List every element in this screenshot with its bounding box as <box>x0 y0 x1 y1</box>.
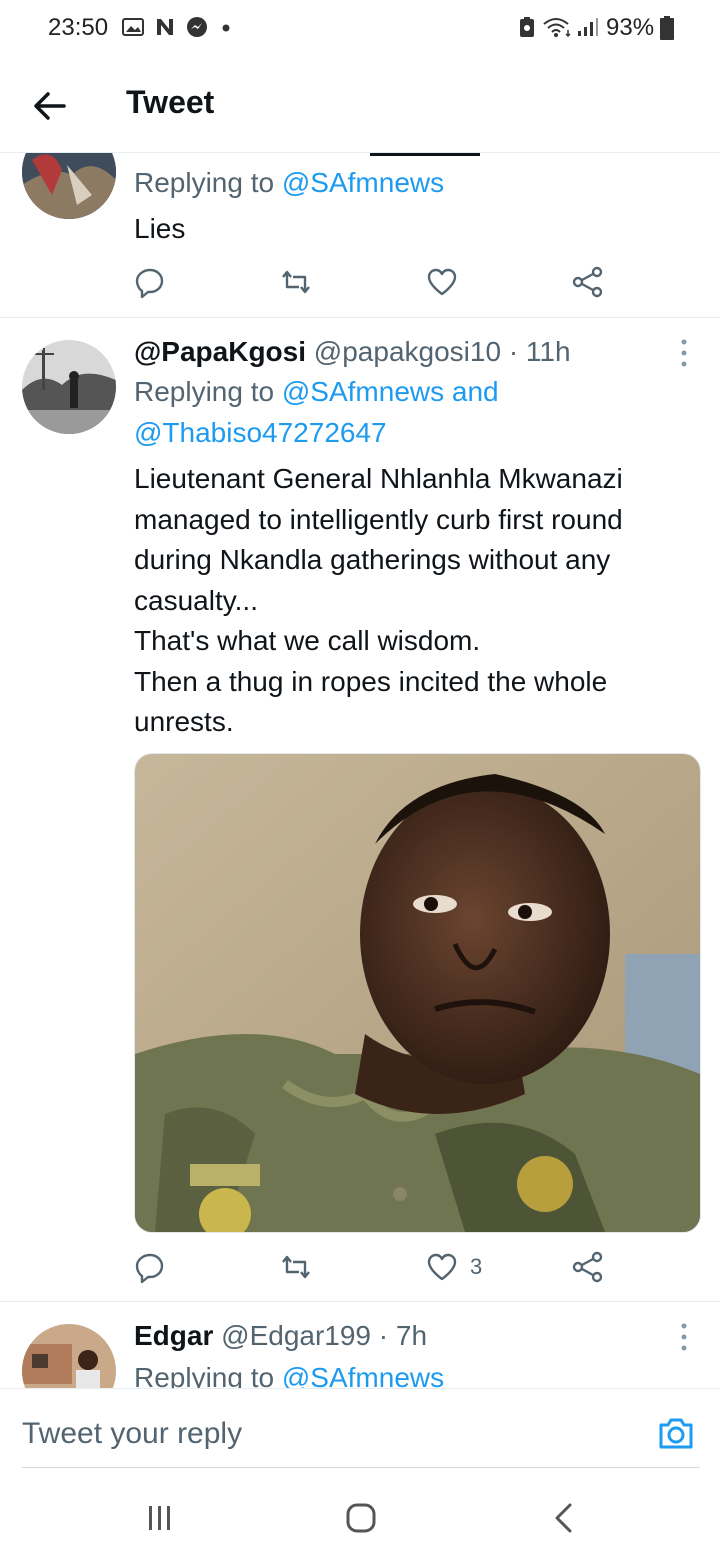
reply-input-underline <box>22 1467 700 1468</box>
tweet-time: 11h <box>525 336 571 367</box>
handle[interactable]: @Edgar199 <box>221 1320 371 1351</box>
replying-to-prefix: Replying to <box>134 1362 282 1388</box>
tweet-item[interactable]: Replying to @SAfmnews Lies <box>0 153 720 317</box>
camera-icon[interactable] <box>656 1413 696 1453</box>
system-navigation-bar <box>0 1478 720 1560</box>
more-vertical-icon[interactable] <box>679 338 689 368</box>
battery-icon <box>660 16 674 40</box>
tweet-text: Lieutenant General Nhlanhla Mkwanazi man… <box>134 459 704 743</box>
retweet-icon[interactable] <box>279 265 313 299</box>
wifi-icon <box>543 18 571 38</box>
tweet-photo[interactable] <box>134 753 701 1233</box>
status-time: 23:50 <box>48 14 109 41</box>
replying-to-prefix: Replying to <box>134 167 282 198</box>
separator-dot: · <box>378 1320 389 1351</box>
arrow-left-icon[interactable] <box>30 86 70 126</box>
heart-icon[interactable] <box>425 265 459 299</box>
replying-to-link[interactable]: @SAfmnews <box>282 167 444 198</box>
page-title: Tweet <box>126 84 215 120</box>
tweet-item[interactable]: Edgar @Edgar199 · 7h Replying to @SAfmne… <box>0 1302 720 1388</box>
battery-percentage: 93% <box>606 14 655 41</box>
avatar[interactable] <box>22 340 116 434</box>
reply-icon[interactable] <box>133 265 167 299</box>
separator-dot: · <box>508 336 519 367</box>
avatar-image <box>22 1324 116 1388</box>
share-icon[interactable] <box>571 265 605 299</box>
clipped-name-fragment <box>370 153 480 156</box>
display-name[interactable]: @PapaKgosi <box>134 336 306 367</box>
replying-to: Replying to @SAfmnews and <box>134 376 499 408</box>
share-icon[interactable] <box>571 1250 605 1284</box>
system-back-icon[interactable] <box>550 1502 578 1534</box>
notification-dot-icon <box>222 24 230 32</box>
replying-to: Replying to @SAfmnews <box>134 167 444 199</box>
heart-icon[interactable] <box>425 1250 459 1284</box>
battery-saver-icon <box>520 17 534 37</box>
tweet-text-line: casualty... <box>134 584 258 616</box>
gallery-icon <box>122 18 144 36</box>
reply-input[interactable]: Tweet your reply <box>22 1417 242 1451</box>
tweet-text: Lies <box>134 213 186 244</box>
avatar[interactable] <box>22 1324 116 1388</box>
n-app-icon <box>157 19 173 35</box>
home-icon[interactable] <box>345 1502 377 1534</box>
tweet-author-line: Edgar @Edgar199 · 7h <box>134 1320 427 1352</box>
replying-to-prefix: Replying to <box>134 376 282 407</box>
avatar-image <box>22 153 116 219</box>
status-bar: 23:50 93% <box>0 0 720 58</box>
retweet-icon[interactable] <box>279 1250 313 1284</box>
avatar[interactable] <box>22 153 116 219</box>
tweet-text-line: unrests. <box>134 706 234 737</box>
handle[interactable]: @papakgosi10 <box>314 336 501 367</box>
reply-icon[interactable] <box>133 1250 167 1284</box>
tweet-text-line: during Nkandla gatherings without any <box>134 544 611 575</box>
signal-icon <box>578 18 598 36</box>
messenger-icon <box>187 17 207 37</box>
tweet-text-line: managed to intelligently curb first roun… <box>134 503 623 535</box>
tweet-text-line: Lieutenant General Nhlanhla Mkwanazi <box>134 463 623 494</box>
replying-to-link-2[interactable]: @Thabiso47272647 <box>134 417 387 449</box>
tweet-author-line: @PapaKgosi @papakgosi10 · 11h <box>134 336 571 368</box>
display-name[interactable]: Edgar <box>134 1320 213 1351</box>
top-app-bar: Tweet <box>0 58 720 153</box>
replying-to-link[interactable]: @SAfmnews <box>282 1362 444 1388</box>
recent-apps-icon[interactable] <box>146 1504 174 1532</box>
tweet-text-line: Then a thug in ropes incited the whole <box>134 665 608 697</box>
replying-to: Replying to @SAfmnews <box>134 1362 444 1388</box>
tweet-time: 7h <box>395 1320 428 1351</box>
more-vertical-icon[interactable] <box>679 1322 689 1352</box>
avatar-image <box>22 340 116 434</box>
photo-illustration <box>135 754 700 1232</box>
like-count: 3 <box>470 1254 483 1279</box>
reply-composer: Tweet your reply <box>0 1388 720 1479</box>
tweet-text-line: That's what we call wisdom. <box>134 625 481 656</box>
replying-to-link[interactable]: @SAfmnews and <box>282 376 499 407</box>
